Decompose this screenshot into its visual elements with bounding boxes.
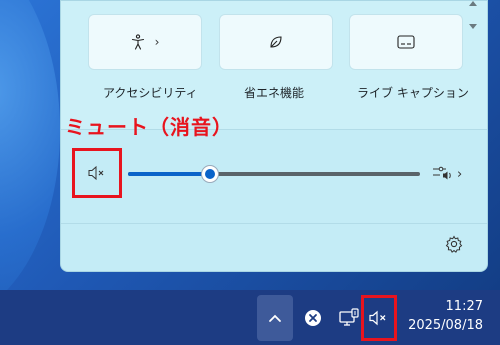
speaker-muted-icon [369,310,386,326]
tile-label-live-captions: ライブ キャプション [357,86,469,100]
audio-output-icon [433,166,451,180]
clock-time[interactable]: 11:27 [446,299,483,314]
notification-status-button[interactable] [300,295,326,341]
speaker-muted-icon [88,165,104,181]
show-hidden-icons-button[interactable] [257,295,293,341]
wallpaper-swirl [0,0,60,290]
tile-accessibility[interactable]: › [88,14,202,70]
scroll-down-icon[interactable] [469,24,477,29]
audio-output-button[interactable]: › [432,165,462,183]
taskbar-volume-button[interactable] [361,295,397,341]
clock-date[interactable]: 2025/08/18 [408,318,483,333]
volume-slider-fill [128,172,210,176]
leaf-icon [270,36,282,48]
tile-label-accessibility: アクセシビリティ [103,86,198,100]
accessibility-icon [131,34,144,50]
divider [61,223,487,224]
settings-button[interactable] [445,235,463,257]
chevron-right-icon: › [457,166,463,182]
volume-mute-button[interactable] [72,148,122,198]
network-icon [339,308,359,326]
tile-live-captions[interactable] [349,14,463,70]
tile-label-energy-saver: 省エネ機能 [244,86,305,100]
volume-slider-thumb[interactable] [200,165,219,183]
captions-icon [397,35,415,49]
mute-annotation-label: ミュート（消音） [65,115,233,139]
tile-energy-saver[interactable] [219,14,333,70]
thumb-dot [204,169,215,179]
close-circle-icon [305,310,321,326]
network-button[interactable] [336,295,362,341]
scroll-up-icon[interactable] [469,1,477,6]
gear-icon [445,235,463,253]
chevron-up-icon [269,314,281,322]
chevron-right-icon: › [154,35,160,49]
